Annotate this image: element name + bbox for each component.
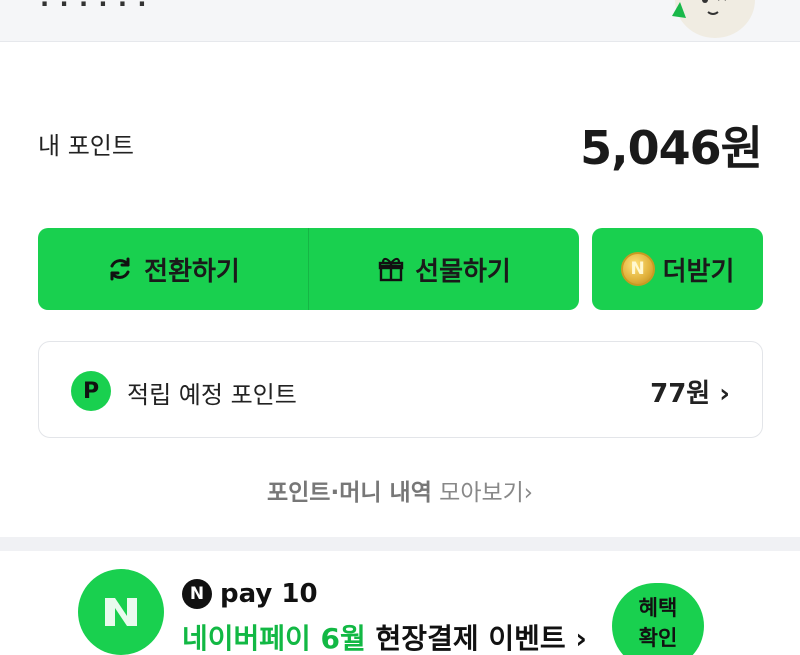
npay-brand: N pay 10 (182, 579, 318, 609)
expected-points-value: 77원 › (650, 379, 730, 409)
history-link-rest: 모아보기› (431, 480, 534, 506)
benefit-check-button[interactable]: 혜택 확인 (612, 583, 704, 655)
refresh-icon (110, 257, 130, 281)
history-link[interactable]: 포인트·머니 내역 모아보기› (0, 473, 800, 507)
benefit-check-line1: 혜택 (638, 596, 678, 620)
promo-banner[interactable]: N pay 10 네이버페이 6월 현장결제 이벤트 › 혜택 확인 (0, 551, 800, 655)
earn-more-button[interactable]: N 더받기 (592, 228, 763, 310)
my-points-row: 내 포인트 5,046원 (38, 110, 763, 175)
coin-icon: N (620, 252, 655, 286)
npay-logo-icon (78, 569, 164, 655)
npay-label: pay 10 (220, 579, 318, 609)
my-points-label: 내 포인트 (38, 132, 134, 160)
convert-label: 전환하기 (144, 256, 240, 287)
n-icon: N (182, 579, 212, 609)
section-divider (0, 537, 800, 551)
history-link-strong: 포인트·머니 내역 (266, 480, 432, 506)
my-points-value: 5,046원 (580, 121, 763, 175)
gift-icon (378, 257, 404, 282)
top-banner-text: · · · · · · (40, 0, 148, 18)
promo-title-dark: 현장결제 이벤트 › (365, 622, 587, 655)
gift-label: 선물하기 (415, 256, 511, 287)
promo-title: 네이버페이 6월 현장결제 이벤트 › (182, 617, 587, 655)
convert-button[interactable]: 전환하기 (38, 228, 308, 310)
promo-title-green: 네이버페이 6월 (182, 622, 366, 655)
expected-points-label: 적립 예정 포인트 (127, 381, 297, 409)
earn-more-label: 더받기 (662, 256, 735, 287)
gift-button[interactable]: 선물하기 (309, 228, 579, 310)
point-badge-icon: P (71, 371, 111, 411)
expected-points-card[interactable]: P 적립 예정 포인트 77원 › (38, 341, 763, 438)
action-button-group: 전환하기 선물하기 (38, 228, 579, 310)
benefit-check-line2: 확인 (638, 626, 678, 650)
top-banner: · · · · · · (0, 0, 800, 42)
mascot-icon (672, 0, 755, 38)
